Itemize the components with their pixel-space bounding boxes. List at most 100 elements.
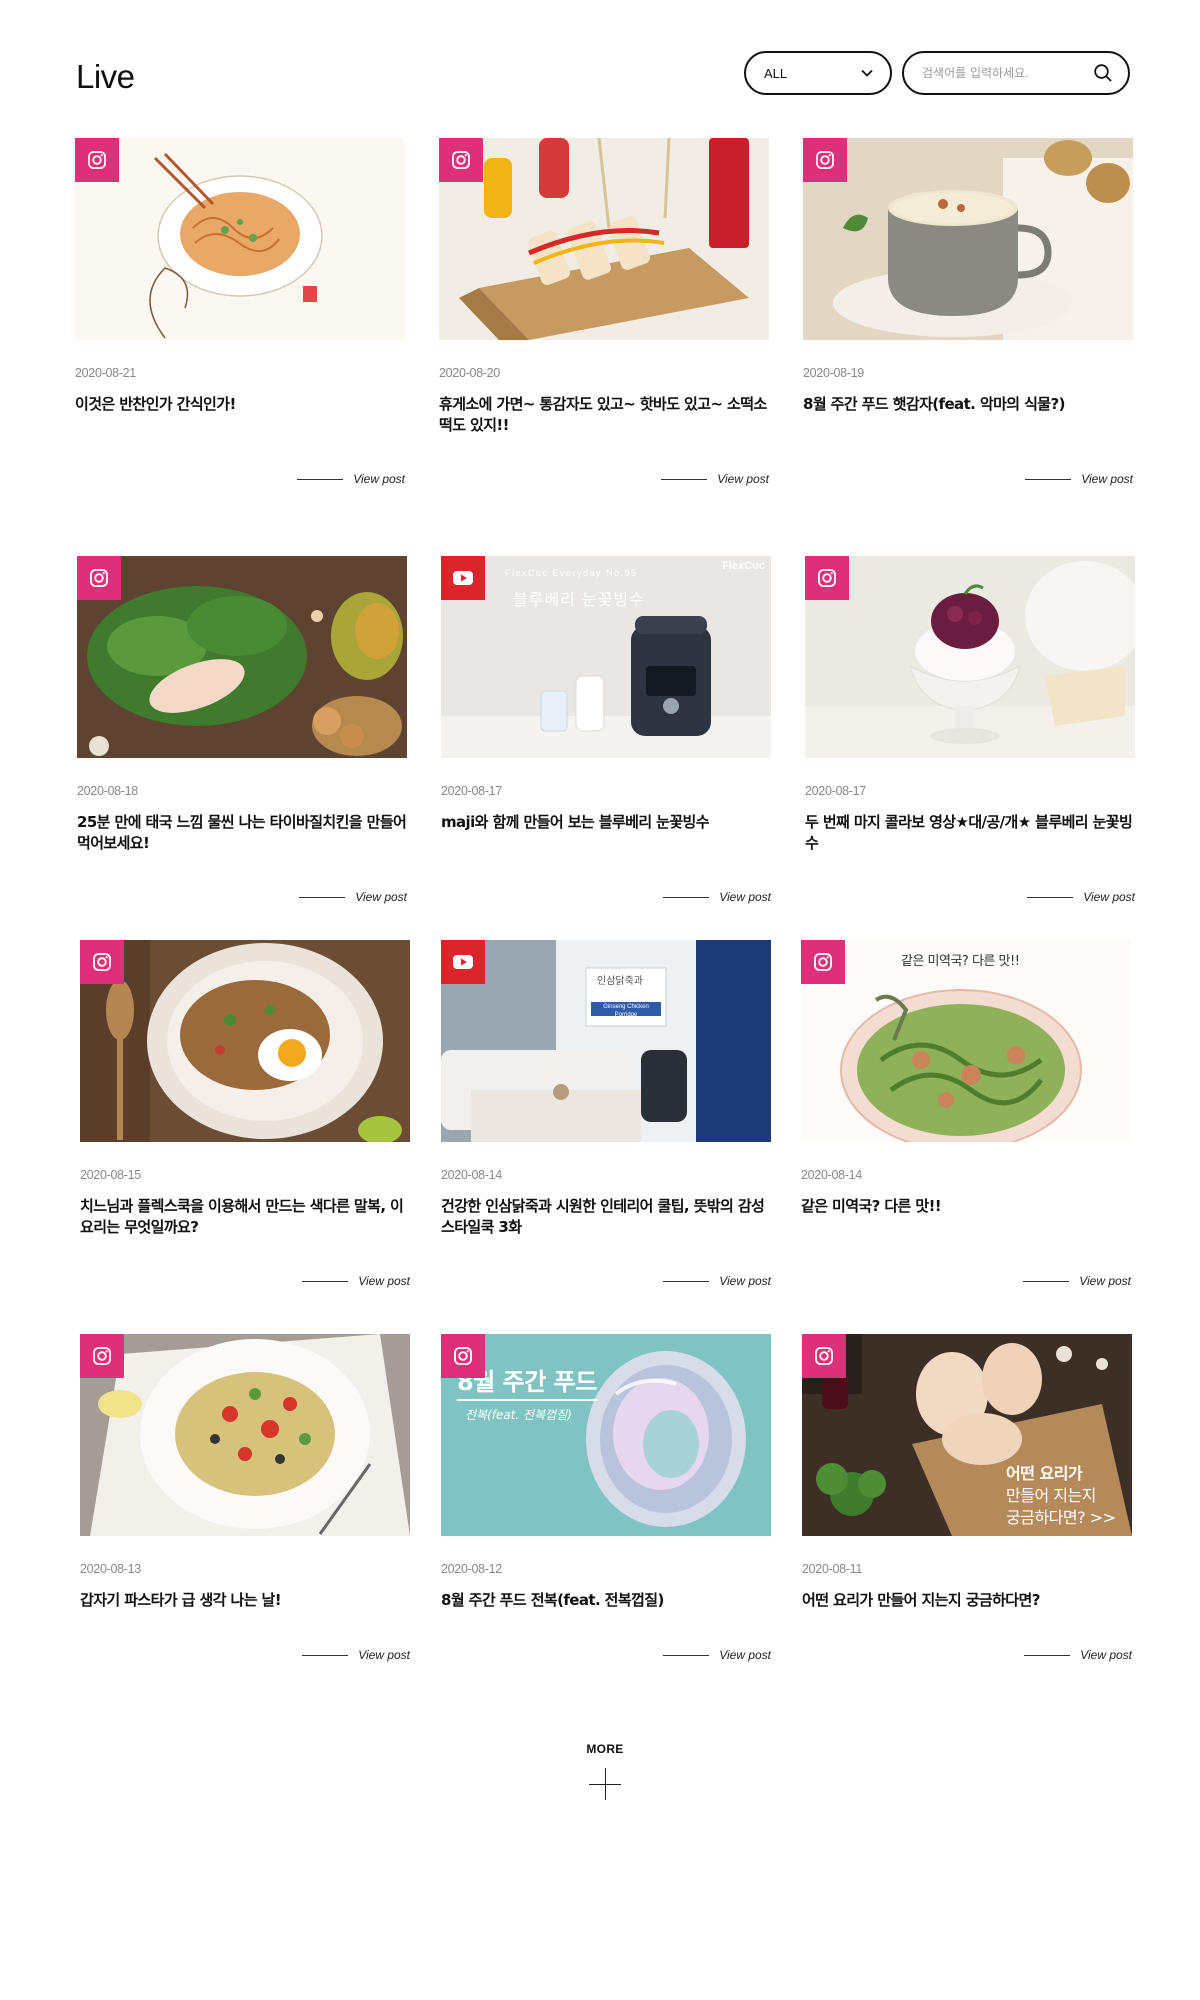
post-date: 2020-08-18 xyxy=(77,784,138,798)
post-card: 2020-08-13 갑자기 파스타가 급 생각 나는 날! View post xyxy=(80,1334,410,1662)
divider-line xyxy=(1027,896,1074,898)
view-post-link[interactable]: View post xyxy=(663,1648,771,1662)
view-post-link[interactable]: View post xyxy=(297,472,405,486)
divider-line xyxy=(1024,1654,1071,1656)
post-title[interactable]: 25분 만에 태국 느낌 물씬 나는 타이바질치킨을 만들어 먹어보세요! xyxy=(77,812,407,854)
divider-line xyxy=(1025,478,1072,480)
post-thumbnail[interactable] xyxy=(439,138,769,340)
view-post-label: View post xyxy=(717,472,769,486)
post-thumbnail[interactable]: 어떤 요리가 만들어 지는지 궁금하다면? >> xyxy=(802,1334,1132,1536)
post-thumbnail[interactable] xyxy=(80,1334,410,1536)
instagram-badge xyxy=(80,940,124,984)
post-title[interactable]: 어떤 요리가 만들어 지는지 궁금하다면? xyxy=(802,1590,1132,1632)
image-overlay-line3: 궁금하다면? >> xyxy=(1006,1508,1116,1527)
post-thumbnail[interactable]: FlexCuc Everyday No.95 블루베리 눈꽃빙수 FlexCuc xyxy=(441,556,771,758)
youtube-icon xyxy=(453,571,473,585)
post-image xyxy=(805,556,1135,758)
post-title[interactable]: 치느님과 플렉스쿡을 이용해서 만드는 색다른 말복, 이 요리는 무엇일까요? xyxy=(80,1196,410,1238)
post-image xyxy=(801,940,1131,1142)
load-more-button[interactable]: MORE xyxy=(570,1742,640,1800)
category-filter-select[interactable]: ALL xyxy=(744,51,892,95)
instagram-badge xyxy=(803,138,847,182)
instagram-icon xyxy=(88,151,106,169)
post-date: 2020-08-17 xyxy=(441,784,502,798)
post-image xyxy=(439,138,769,340)
view-post-link[interactable]: View post xyxy=(1024,1648,1132,1662)
post-card: 8월 주간 푸드 전복(feat. 전복껍질) 2020-08-12 8월 주간… xyxy=(441,1334,771,1662)
post-title[interactable]: maji와 함께 만들어 보는 블루베리 눈꽃빙수 xyxy=(441,812,771,854)
instagram-icon xyxy=(454,1347,472,1365)
instagram-badge xyxy=(802,1334,846,1378)
view-post-link[interactable]: View post xyxy=(1025,472,1133,486)
post-date: 2020-08-17 xyxy=(805,784,866,798)
view-post-label: View post xyxy=(358,1274,410,1288)
post-date: 2020-08-19 xyxy=(803,366,864,380)
post-thumbnail[interactable] xyxy=(805,556,1135,758)
plus-icon xyxy=(589,1768,621,1800)
post-card: 2020-08-18 25분 만에 태국 느낌 물씬 나는 타이바질치킨을 만들… xyxy=(77,556,407,904)
post-thumbnail[interactable] xyxy=(75,138,405,340)
post-card: 어떤 요리가 만들어 지는지 궁금하다면? >> 2020-08-11 어떤 요… xyxy=(802,1334,1132,1662)
post-title[interactable]: 건강한 인삼닭죽과 시원한 인테리어 쿨팁, 뜻밖의 감성 스타일쿡 3화 xyxy=(441,1196,771,1238)
post-date: 2020-08-20 xyxy=(439,366,500,380)
page-title: Live xyxy=(76,58,135,95)
instagram-badge xyxy=(77,556,121,600)
post-thumbnail[interactable]: 8월 주간 푸드 전복(feat. 전복껍질) xyxy=(441,1334,771,1536)
post-card: 2020-08-17 두 번째 마지 콜라보 영상★대/공/개★ 블루베리 눈꽃… xyxy=(805,556,1135,904)
view-post-link[interactable]: View post xyxy=(663,890,771,904)
view-post-link[interactable]: View post xyxy=(1027,890,1135,904)
divider-line xyxy=(297,478,344,480)
post-image xyxy=(77,556,407,758)
view-post-label: View post xyxy=(1081,472,1133,486)
view-post-label: View post xyxy=(1080,1648,1132,1662)
post-thumbnail[interactable] xyxy=(80,940,410,1142)
instagram-icon xyxy=(93,953,111,971)
post-title[interactable]: 8월 주간 푸드 햇감자(feat. 악마의 식물?) xyxy=(803,394,1133,436)
view-post-link[interactable]: View post xyxy=(302,1648,410,1662)
video-overlay-title: 인삼닭죽과 xyxy=(597,976,643,987)
post-title[interactable]: 휴게소에 가면~ 통감자도 있고~ 핫바도 있고~ 소떡소떡도 있지!! xyxy=(439,394,769,436)
post-thumbnail[interactable]: 같은 미역국? 다른 맛!! xyxy=(801,940,1131,1142)
view-post-link[interactable]: View post xyxy=(661,472,769,486)
instagram-badge xyxy=(801,940,845,984)
post-date: 2020-08-21 xyxy=(75,366,136,380)
view-post-link[interactable]: View post xyxy=(1023,1274,1131,1288)
view-post-label: View post xyxy=(719,890,771,904)
image-overlay-line2: 만들어 지는지 xyxy=(1006,1486,1096,1505)
post-card: FlexCuc Everyday No.95 블루베리 눈꽃빙수 FlexCuc… xyxy=(441,556,771,904)
view-post-link[interactable]: View post xyxy=(302,1274,410,1288)
category-filter-value: ALL xyxy=(764,65,788,81)
instagram-icon xyxy=(815,1347,833,1365)
instagram-icon xyxy=(816,151,834,169)
post-card: 2020-08-19 8월 주간 푸드 햇감자(feat. 악마의 식물?) V… xyxy=(803,138,1133,486)
divider-line xyxy=(302,1280,349,1282)
post-date: 2020-08-13 xyxy=(80,1562,141,1576)
post-thumbnail[interactable] xyxy=(803,138,1133,340)
load-more-label: MORE xyxy=(586,1742,624,1756)
instagram-icon xyxy=(818,569,836,587)
post-title[interactable]: 8월 주간 푸드 전복(feat. 전복껍질) xyxy=(441,1590,771,1632)
instagram-badge xyxy=(439,138,483,182)
post-title[interactable]: 같은 미역국? 다른 맛!! xyxy=(801,1196,1131,1238)
post-title[interactable]: 이것은 반찬인가 간식인가! xyxy=(75,394,405,436)
divider-line xyxy=(1023,1280,1070,1282)
search-input[interactable] xyxy=(922,66,1092,80)
post-card: 2020-08-15 치느님과 플렉스쿡을 이용해서 만드는 색다른 말복, 이… xyxy=(80,940,410,1288)
post-image xyxy=(80,940,410,1142)
view-post-label: View post xyxy=(719,1274,771,1288)
instagram-badge xyxy=(80,1334,124,1378)
instagram-icon xyxy=(814,953,832,971)
post-title[interactable]: 두 번째 마지 콜라보 영상★대/공/개★ 블루베리 눈꽃빙수 xyxy=(805,812,1135,854)
divider-line xyxy=(663,1654,710,1656)
view-post-link[interactable]: View post xyxy=(663,1274,771,1288)
post-card: 2020-08-21 이것은 반찬인가 간식인가! View post xyxy=(75,138,405,486)
video-overlay-sub: FlexCuc Everyday No.95 xyxy=(505,568,638,578)
video-overlay-sub: Ginseng Chicken Porridge xyxy=(603,1004,649,1018)
post-date: 2020-08-14 xyxy=(441,1168,502,1182)
post-thumbnail[interactable]: 인삼닭죽과 Ginseng Chicken Porridge xyxy=(441,940,771,1142)
post-title[interactable]: 갑자기 파스타가 급 생각 나는 날! xyxy=(80,1590,410,1632)
view-post-link[interactable]: View post xyxy=(299,890,407,904)
search-button[interactable] xyxy=(1092,62,1114,84)
post-thumbnail[interactable] xyxy=(77,556,407,758)
divider-line xyxy=(302,1654,349,1656)
